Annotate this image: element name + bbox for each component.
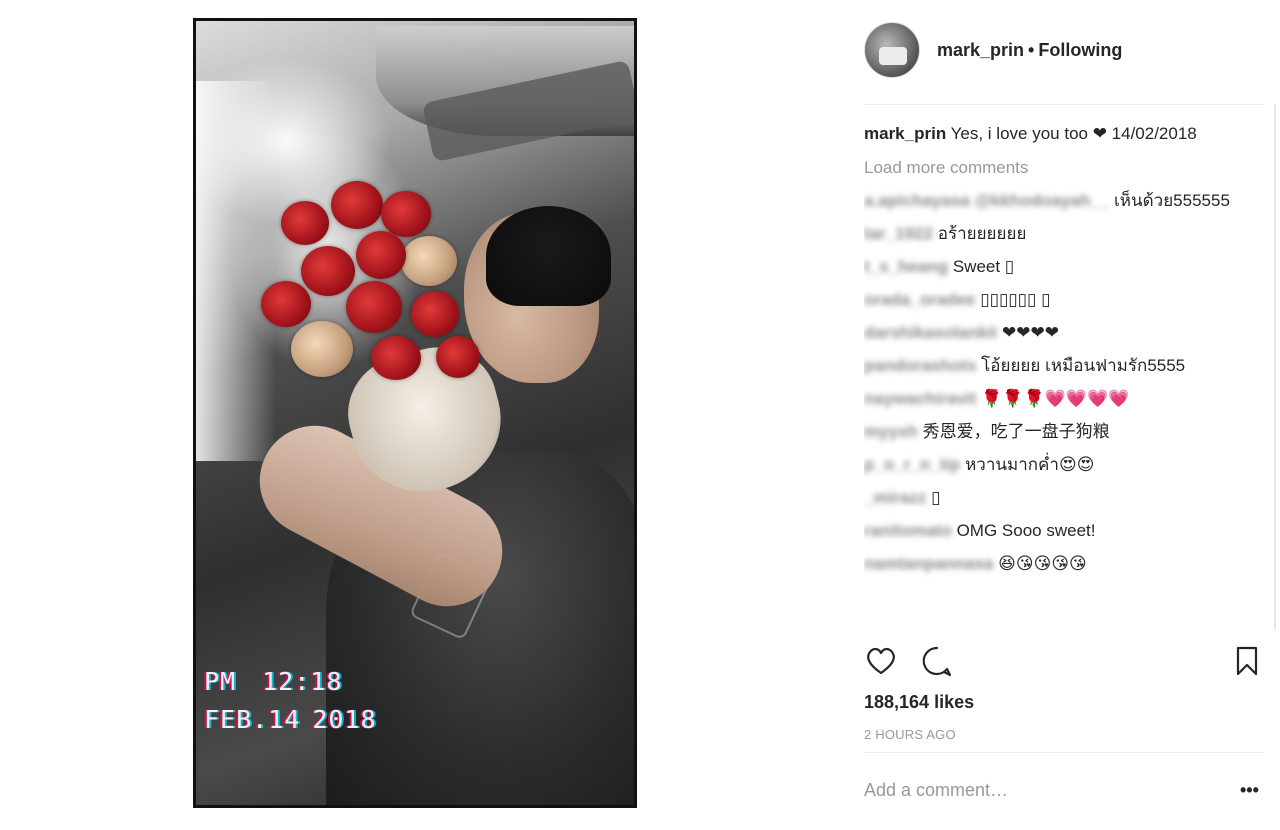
heart-icon[interactable] [864, 644, 898, 678]
comment-username[interactable]: pandorashots [864, 356, 976, 375]
comment-item: p_o_r_n_tip หวานมากค่ำ😍😍 [864, 453, 1276, 477]
comment-text: ❤❤❤❤ [1001, 323, 1059, 342]
add-comment-input[interactable]: Add a comment… [864, 780, 1008, 801]
post-timestamp: 2 HOURS AGO [864, 727, 956, 742]
vhs-month-day: FEB.14 [204, 705, 301, 734]
comment-text: เห็นด้วย555555 [1114, 191, 1230, 210]
header-username[interactable]: mark_prin [937, 40, 1024, 60]
post-caption: mark_prin Yes, i love you too ❤ 14/02/20… [864, 122, 1276, 146]
comment-text: หวานมากค่ำ😍😍 [965, 455, 1095, 474]
header-text: mark_prin • Following [937, 40, 1122, 61]
comment-username[interactable]: tar_1922 [864, 224, 933, 243]
comment-item: namtanpannasa 😆😘😘😘😘 [864, 552, 1276, 576]
post-actions [864, 644, 1264, 680]
comment-item: a.apichayasa @kkhodoayah__ เห็นด้วย55555… [864, 189, 1276, 213]
comment-text: Sweet ▯ [952, 257, 1015, 276]
rose-bouquet [251, 171, 491, 421]
comment-text: อร้ายยยยยย [937, 224, 1027, 243]
comment-item: naywachiravit 🌹🌹🌹💗💗💗💗 [864, 387, 1276, 411]
comment-username[interactable]: _mirazz [864, 488, 926, 507]
comment-item: pandorashots โอ้ยยยย เหมือนฟามรัก5555 [864, 354, 1276, 378]
comment-text: โอ้ยยยย เหมือนฟามรัก5555 [981, 356, 1186, 375]
comment-text: OMG Sooo sweet! [956, 521, 1096, 540]
comment-username[interactable]: t_s_heang [864, 257, 948, 276]
comment-divider [864, 752, 1264, 753]
vhs-time-overlay: PM 12:18 [204, 667, 342, 696]
vhs-time: 12:18 [262, 667, 343, 696]
comment-item: tar_1922 อร้ายยยยยย [864, 222, 1276, 246]
more-options-button[interactable]: ••• [1240, 780, 1259, 801]
post-photo[interactable]: PM 12:18 FEB.14 2018 [196, 21, 634, 805]
follow-status-button[interactable]: Following [1038, 40, 1122, 60]
vhs-ampm: PM [204, 667, 237, 696]
comment-username[interactable]: naywachiravit [864, 389, 976, 408]
caption-username[interactable]: mark_prin [864, 124, 946, 143]
comment-username[interactable]: p_o_r_n_tip [864, 455, 960, 474]
man-hair [486, 206, 611, 306]
comment-bubble-icon[interactable] [920, 644, 954, 678]
post-photo-frame: PM 12:18 FEB.14 2018 [193, 18, 637, 808]
header-divider [864, 104, 1264, 105]
bookmark-icon[interactable] [1230, 644, 1264, 678]
comments-list: mark_prin Yes, i love you too ❤ 14/02/20… [864, 122, 1276, 630]
comment-text: 秀恩爱，吃了一盘子狗粮 [922, 422, 1110, 441]
comment-username[interactable]: a.apichayasa @kkhodoayah__ [864, 191, 1109, 210]
comment-username[interactable]: myyxh [864, 422, 918, 441]
comment-item: myyxh 秀恩爱，吃了一盘子狗粮 [864, 420, 1276, 444]
comment-text: ▯ [931, 488, 941, 507]
post-side-panel: mark_prin • Following mark_prin Yes, i lov… [864, 0, 1276, 830]
avatar[interactable] [864, 22, 920, 78]
comment-username[interactable]: darshikasolankii [864, 323, 997, 342]
comment-text: 😆😘😘😘😘 [998, 554, 1087, 573]
comment-item: orada_oradee ▯▯▯▯▯▯ ▯ [864, 288, 1276, 312]
likes-count[interactable]: 188,164 likes [864, 692, 974, 713]
load-more-comments-button[interactable]: Load more comments [864, 156, 1276, 180]
comment-item: _mirazz ▯ [864, 486, 1276, 510]
comment-text: ▯▯▯▯▯▯ ▯ [980, 290, 1051, 309]
comment-item: darshikasolankii ❤❤❤❤ [864, 321, 1276, 345]
post-header: mark_prin • Following [864, 22, 1122, 78]
comment-item: ranitomato OMG Sooo sweet! [864, 519, 1276, 543]
comment-username[interactable]: namtanpannasa [864, 554, 993, 573]
vhs-year: 2018 [312, 705, 377, 734]
vhs-date-overlay: FEB.14 2018 [204, 705, 377, 734]
caption-text: Yes, i love you too ❤ 14/02/2018 [950, 124, 1197, 143]
comment-username[interactable]: ranitomato [864, 521, 952, 540]
comment-item: t_s_heang Sweet ▯ [864, 255, 1276, 279]
comment-text: 🌹🌹🌹💗💗💗💗 [981, 389, 1130, 408]
header-separator: • [1028, 39, 1035, 60]
comment-username[interactable]: orada_oradee [864, 290, 976, 309]
